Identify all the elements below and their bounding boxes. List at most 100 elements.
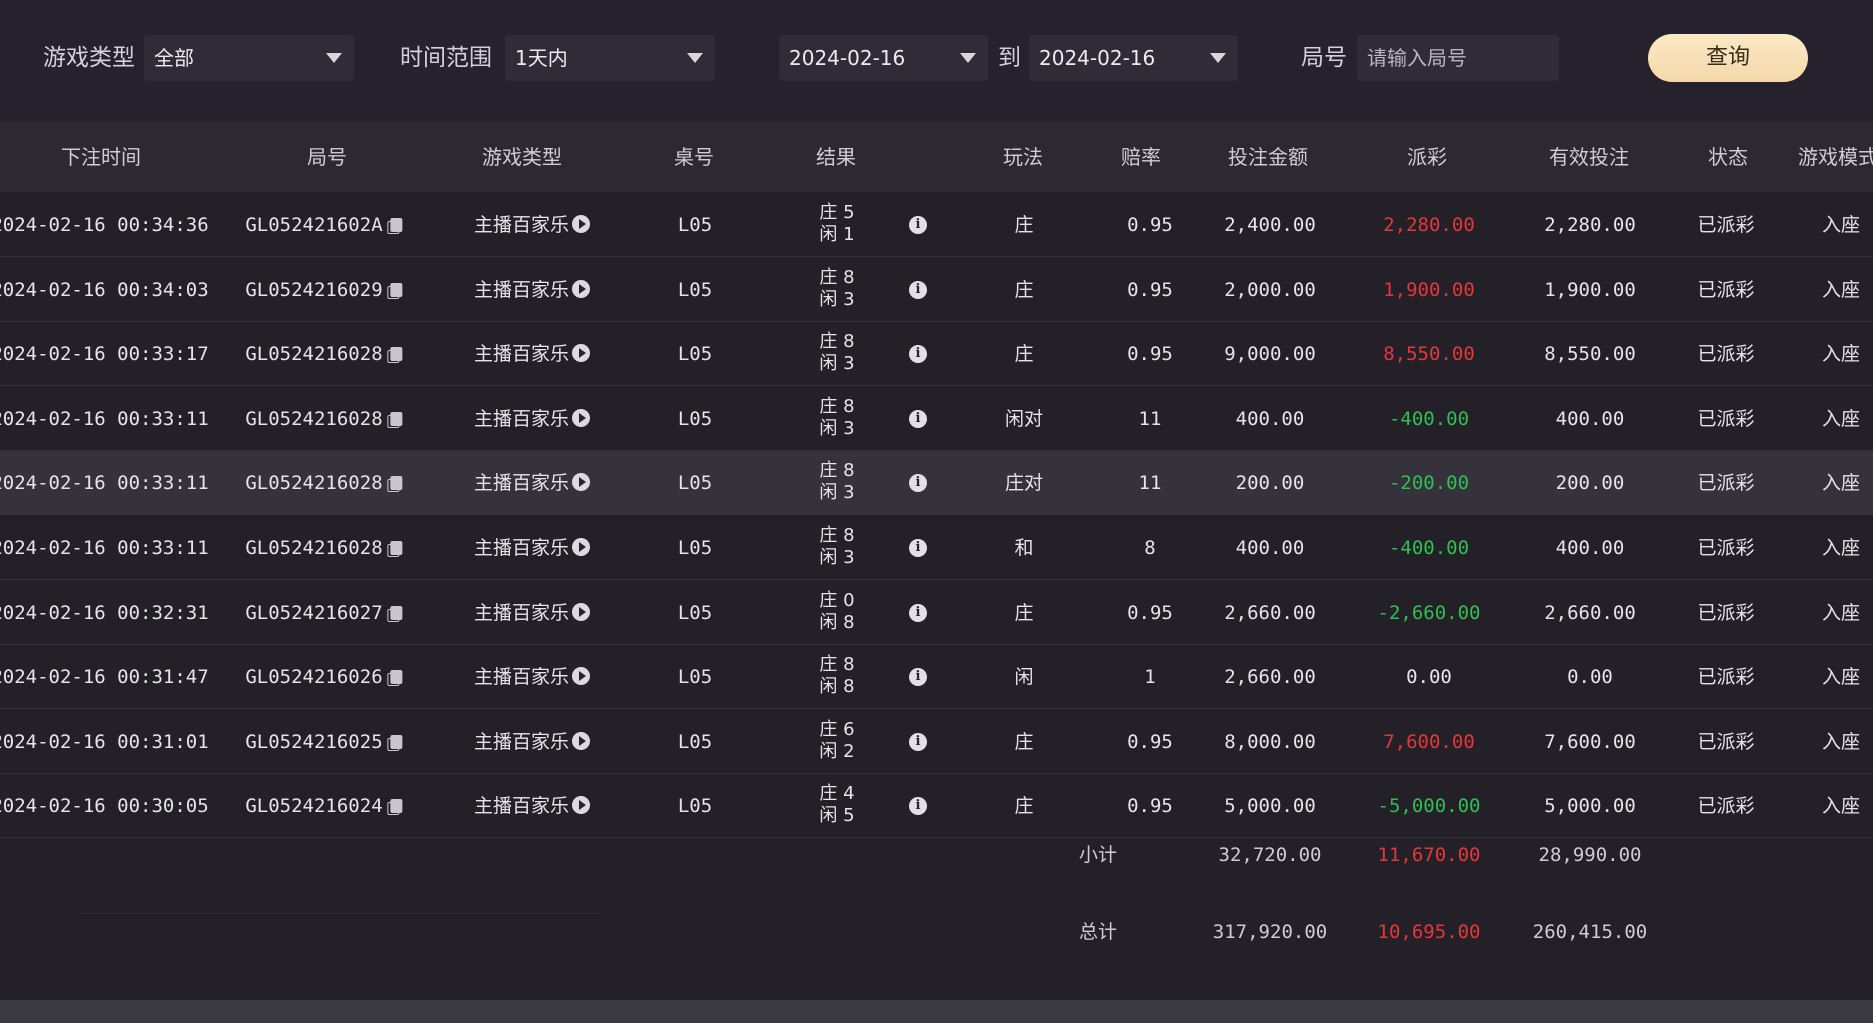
play-type: 庄 <box>1014 730 1034 753</box>
time-range-select[interactable]: 1天内 <box>505 35 715 81</box>
odds: 8 <box>1144 537 1156 559</box>
table-row[interactable]: 2024-02-16 00:33:11 GL0524216028 主播百家乐 L05 庄… <box>0 387 1873 451</box>
game-type-label: 游戏类型 <box>43 45 135 71</box>
round-id: GL0524216024 <box>245 793 403 819</box>
info-icon[interactable]: i <box>909 603 927 622</box>
status: 已派彩 <box>1697 537 1755 559</box>
play-type: 闲 <box>1014 666 1034 689</box>
table-row[interactable]: 2024-02-16 00:32:31 GL0524216027 主播百家乐 L05 庄… <box>0 581 1873 645</box>
game-type: 主播百家乐 <box>474 793 591 819</box>
bet-amount: 9,000.00 <box>1224 343 1316 366</box>
status: 已派彩 <box>1697 343 1755 366</box>
play-icon[interactable] <box>572 408 591 427</box>
result-player: 闲 3 <box>819 417 855 439</box>
table-row[interactable]: 2024-02-16 00:33:11 GL0524216028 主播百家乐 L05 庄… <box>0 451 1873 516</box>
play-icon[interactable] <box>572 667 591 686</box>
game-type-value: 全部 <box>154 46 194 70</box>
info-icon[interactable]: i <box>909 539 927 557</box>
play-icon[interactable] <box>572 796 591 815</box>
bet-time: 2024-02-16 00:34:36 <box>0 214 209 236</box>
copy-icon[interactable] <box>387 411 403 428</box>
payout: -5,000.00 <box>1377 795 1481 818</box>
game-type-text: 主播百家乐 <box>473 537 570 559</box>
copy-icon[interactable] <box>387 605 403 622</box>
game-type: 主播百家乐 <box>474 406 591 432</box>
result-player: 闲 3 <box>819 353 855 375</box>
info-icon[interactable]: i <box>909 280 927 299</box>
play-icon[interactable] <box>572 538 591 556</box>
play-type: 庄 <box>1014 795 1034 818</box>
info-icon[interactable]: i <box>909 474 927 493</box>
game-type: 主播百家乐 <box>474 470 591 496</box>
total-row: 总计 317,920.00 10,695.00 260,415.00 <box>0 919 1873 989</box>
game-type-select[interactable]: 全部 <box>144 35 354 81</box>
table-row[interactable]: 2024-02-16 00:31:47 GL0524216026 主播百家乐 L05 庄… <box>0 645 1873 710</box>
game-mode: 入座 <box>1821 343 1861 366</box>
result-banker: 庄 8 <box>819 331 855 353</box>
header-bet-time: 下注时间 <box>61 145 141 169</box>
game-type: 主播百家乐 <box>474 341 591 367</box>
table-row[interactable]: 2024-02-16 00:33:11 GL0524216028 主播百家乐 L05 庄… <box>0 516 1873 580</box>
header-game-mode: 游戏模式 <box>1798 145 1873 169</box>
play-icon[interactable] <box>572 344 591 363</box>
round-id: GL0524216028 <box>245 470 403 496</box>
info-icon[interactable]: i <box>909 797 927 816</box>
table-row[interactable]: 2024-02-16 00:34:03 GL0524216029 主播百家乐 L05 庄… <box>0 258 1873 322</box>
copy-icon[interactable] <box>387 541 403 557</box>
copy-icon[interactable] <box>387 734 403 751</box>
table-no: L05 <box>677 537 713 559</box>
copy-icon[interactable] <box>387 347 403 364</box>
play-icon[interactable] <box>572 215 591 233</box>
result-player: 闲 1 <box>819 224 855 245</box>
round-label: 局号 <box>1301 45 1347 71</box>
bet-time: 2024-02-16 00:31:01 <box>0 730 209 753</box>
info-icon[interactable]: i <box>909 345 927 364</box>
round-id: GL0524216028 <box>245 535 403 561</box>
game-mode: 入座 <box>1821 407 1861 430</box>
date-from-value: 2024-02-16 <box>789 46 906 70</box>
table-no: L05 <box>677 795 713 818</box>
game-mode: 入座 <box>1821 537 1861 559</box>
valid-bet: 200.00 <box>1555 472 1625 495</box>
game-type-text: 主播百家乐 <box>473 730 570 753</box>
odds: 0.95 <box>1127 730 1173 753</box>
info-icon[interactable]: i <box>909 409 927 428</box>
table-row[interactable]: 2024-02-16 00:34:36 GL052421602A 主播百家乐 L05 庄… <box>0 193 1873 257</box>
result-banker: 庄 8 <box>819 525 855 546</box>
game-mode: 入座 <box>1821 730 1861 753</box>
round-id-text: GL052421602A <box>245 214 383 236</box>
copy-icon[interactable] <box>387 218 403 234</box>
info-icon[interactable]: i <box>909 216 927 234</box>
game-type: 主播百家乐 <box>473 729 591 755</box>
info-icon[interactable]: i <box>909 732 927 751</box>
subtotal-bet: 32,720.00 <box>1218 844 1322 866</box>
query-button[interactable]: 查询 <box>1648 34 1808 82</box>
info-icon[interactable]: i <box>909 668 927 687</box>
bet-amount: 200.00 <box>1235 472 1305 495</box>
round-id-text: GL0524216028 <box>245 537 383 559</box>
round-input[interactable]: 请输入局号 <box>1357 35 1559 81</box>
date-to-select[interactable]: 2024-02-16 <box>1029 35 1238 81</box>
play-icon[interactable] <box>572 473 591 492</box>
table-row[interactable]: 2024-02-16 00:31:01 GL0524216025 主播百家乐 L05 庄… <box>0 710 1873 774</box>
table-row[interactable]: 2024-02-16 00:33:17 GL0524216028 主播百家乐 L05 庄… <box>0 322 1873 387</box>
date-from-select[interactable]: 2024-02-16 <box>779 35 988 81</box>
play-type: 庄 <box>1014 343 1034 366</box>
bet-amount: 2,400.00 <box>1224 214 1316 236</box>
total-label: 总计 <box>1078 921 1118 943</box>
result-player: 闲 3 <box>819 482 855 504</box>
bet-time: 2024-02-16 00:33:11 <box>0 472 209 495</box>
copy-icon[interactable] <box>387 476 403 493</box>
play-icon[interactable] <box>572 279 591 298</box>
copy-icon[interactable] <box>387 799 403 816</box>
play-icon[interactable] <box>572 602 591 621</box>
header-odds: 赔率 <box>1121 145 1161 169</box>
copy-icon[interactable] <box>387 282 403 299</box>
payout: -400.00 <box>1388 407 1470 430</box>
play-icon[interactable] <box>572 731 591 750</box>
result-cell: 庄 8闲 3 <box>819 331 854 375</box>
result-player: 闲 8 <box>819 676 855 698</box>
valid-bet: 2,280.00 <box>1544 214 1636 236</box>
table-row[interactable]: 2024-02-16 00:30:05 GL0524216024 主播百家乐 L05 庄… <box>0 774 1873 839</box>
copy-icon[interactable] <box>387 670 403 687</box>
